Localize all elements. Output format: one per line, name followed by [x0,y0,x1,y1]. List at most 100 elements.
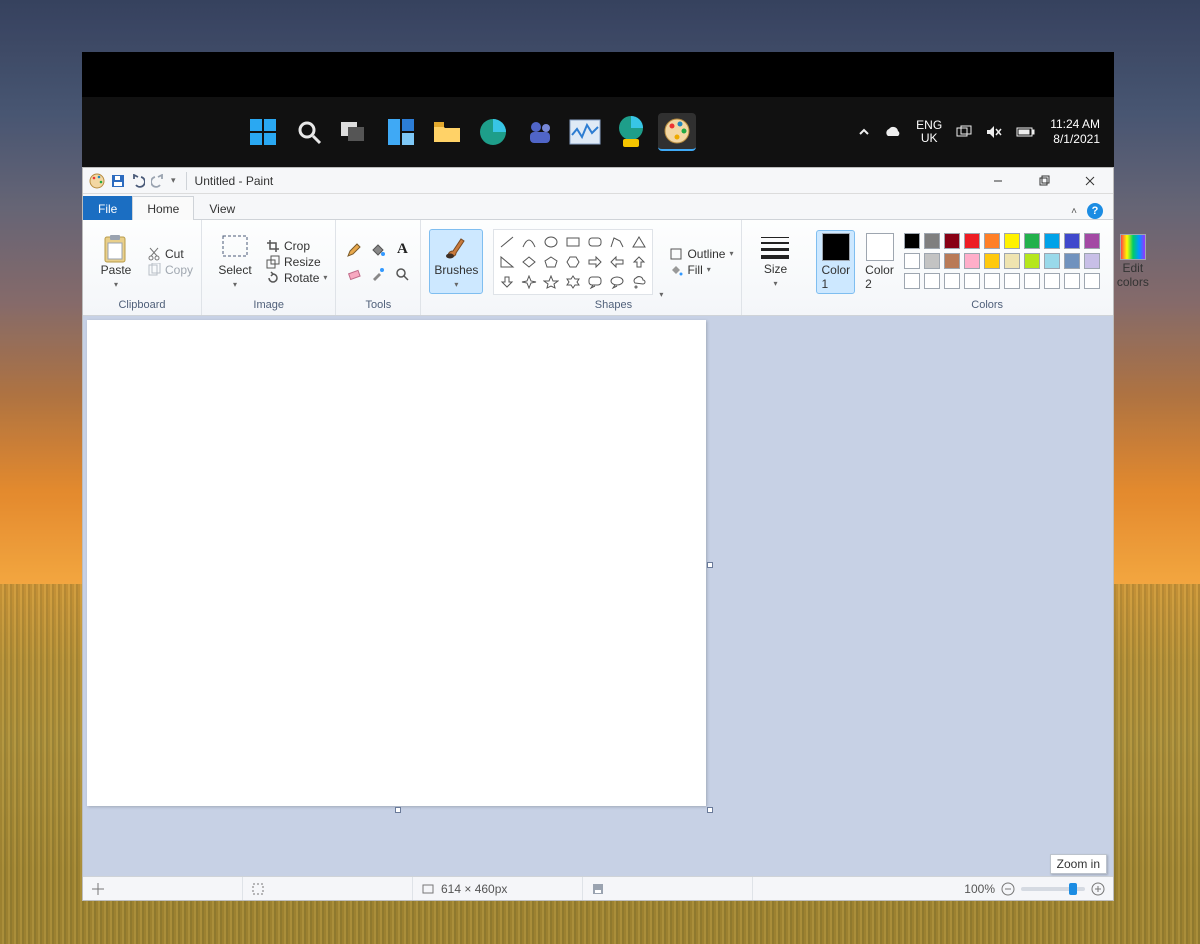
shape-right-triangle[interactable] [497,253,517,271]
brushes-button[interactable]: Brushes ▾ [429,229,483,293]
language-indicator[interactable]: ENG UK [916,119,942,145]
start-button[interactable] [244,113,282,151]
shape-star6[interactable] [563,273,583,291]
shape-diamond[interactable] [519,253,539,271]
shape-triangle[interactable] [629,233,649,251]
shape-pentagon[interactable] [541,253,561,271]
palette-swatch[interactable] [1084,253,1100,269]
onedrive-icon[interactable] [884,126,902,138]
select-button[interactable]: Select ▾ [210,230,260,292]
resize-handle-corner[interactable] [707,807,713,813]
shape-star5[interactable] [541,273,561,291]
file-explorer-icon[interactable] [428,113,466,151]
close-button[interactable] [1067,168,1113,194]
palette-swatch[interactable] [1004,273,1020,289]
widgets-icon[interactable] [382,113,420,151]
collapse-ribbon-icon[interactable]: ˄ [1071,206,1077,217]
zoom-in-button[interactable] [1091,882,1105,896]
shape-arrow-down[interactable] [497,273,517,291]
qat-redo-icon[interactable] [151,174,165,188]
palette-swatch[interactable] [904,273,920,289]
battery-icon[interactable] [1016,126,1036,138]
shape-oval[interactable] [541,233,561,251]
shape-outline-button[interactable]: Outline ▾ [669,247,733,261]
copy-button[interactable]: Copy [147,263,193,277]
shape-callout-rounded[interactable] [585,273,605,291]
tray-chevron-icon[interactable] [858,126,870,138]
color2-button[interactable]: Color2 [861,231,898,293]
palette-swatch[interactable] [1084,233,1100,249]
palette-swatch[interactable] [1044,233,1060,249]
palette-swatch[interactable] [984,233,1000,249]
palette-swatch[interactable] [1044,253,1060,269]
qat-customize-icon[interactable]: ▾ [171,175,176,186]
shape-curve[interactable] [519,233,539,251]
palette-swatch[interactable] [1024,233,1040,249]
network-icon[interactable] [956,125,972,139]
shape-polygon[interactable] [607,233,627,251]
resize-handle-bottom[interactable] [395,807,401,813]
palette-swatch[interactable] [944,273,960,289]
shape-hexagon[interactable] [563,253,583,271]
tool-text[interactable]: A [392,240,412,260]
qat-undo-icon[interactable] [131,174,145,188]
tool-pencil[interactable] [344,240,364,260]
edge-canary-icon[interactable] [612,113,650,151]
shape-arrow-left[interactable] [607,253,627,271]
shapes-more-icon[interactable]: ▾ [659,290,663,299]
palette-swatch[interactable] [964,273,980,289]
shape-callout-cloud[interactable] [629,273,649,291]
color1-button[interactable]: Color1 [816,230,855,294]
teams-icon[interactable] [520,113,558,151]
palette-swatch[interactable] [964,233,980,249]
palette-swatch[interactable] [944,233,960,249]
shape-fill-button[interactable]: Fill ▾ [669,263,733,277]
palette-swatch[interactable] [924,253,940,269]
resize-handle-right[interactable] [707,562,713,568]
zoom-out-button[interactable] [1001,882,1015,896]
tool-fill[interactable] [368,240,388,260]
palette-swatch[interactable] [924,273,940,289]
shape-line[interactable] [497,233,517,251]
palette-swatch[interactable] [924,233,940,249]
maximize-button[interactable] [1021,168,1067,194]
shape-rectangle[interactable] [563,233,583,251]
canvas-area[interactable] [83,316,1113,876]
tool-magnifier[interactable] [392,264,412,284]
qat-save-icon[interactable] [111,174,125,188]
palette-swatch[interactable] [1044,273,1060,289]
cut-button[interactable]: Cut [147,247,193,261]
shape-arrow-right[interactable] [585,253,605,271]
paste-button[interactable]: Paste ▾ [91,230,141,292]
resize-button[interactable]: Resize [266,255,327,269]
edit-colors-button[interactable]: Editcolors [1108,230,1158,292]
paint-icon[interactable] [658,113,696,151]
volume-mute-icon[interactable] [986,125,1002,139]
shapes-gallery[interactable] [493,229,653,295]
system-monitor-icon[interactable] [566,113,604,151]
shape-star4[interactable] [519,273,539,291]
palette-swatch[interactable] [1024,253,1040,269]
zoom-slider-thumb[interactable] [1069,883,1077,895]
help-icon[interactable]: ? [1087,203,1103,219]
size-button[interactable]: Size ▾ [750,231,800,291]
edge-icon[interactable] [474,113,512,151]
zoom-slider[interactable] [1021,887,1085,891]
tab-home[interactable]: Home [132,196,194,220]
shape-rounded-rectangle[interactable] [585,233,605,251]
palette-swatch[interactable] [984,273,1000,289]
palette-swatch[interactable] [964,253,980,269]
rotate-button[interactable]: Rotate ▾ [266,271,327,285]
canvas[interactable] [87,320,706,806]
shape-callout-oval[interactable] [607,273,627,291]
tab-file[interactable]: File [83,196,132,220]
palette-swatch[interactable] [944,253,960,269]
crop-button[interactable]: Crop [266,239,327,253]
palette-swatch[interactable] [1004,253,1020,269]
task-view-icon[interactable] [336,113,374,151]
palette-swatch[interactable] [984,253,1000,269]
palette-swatch[interactable] [1024,273,1040,289]
palette-swatch[interactable] [1064,253,1080,269]
clock[interactable]: 11:24 AM 8/1/2021 [1050,117,1100,147]
tool-eraser[interactable] [344,264,364,284]
